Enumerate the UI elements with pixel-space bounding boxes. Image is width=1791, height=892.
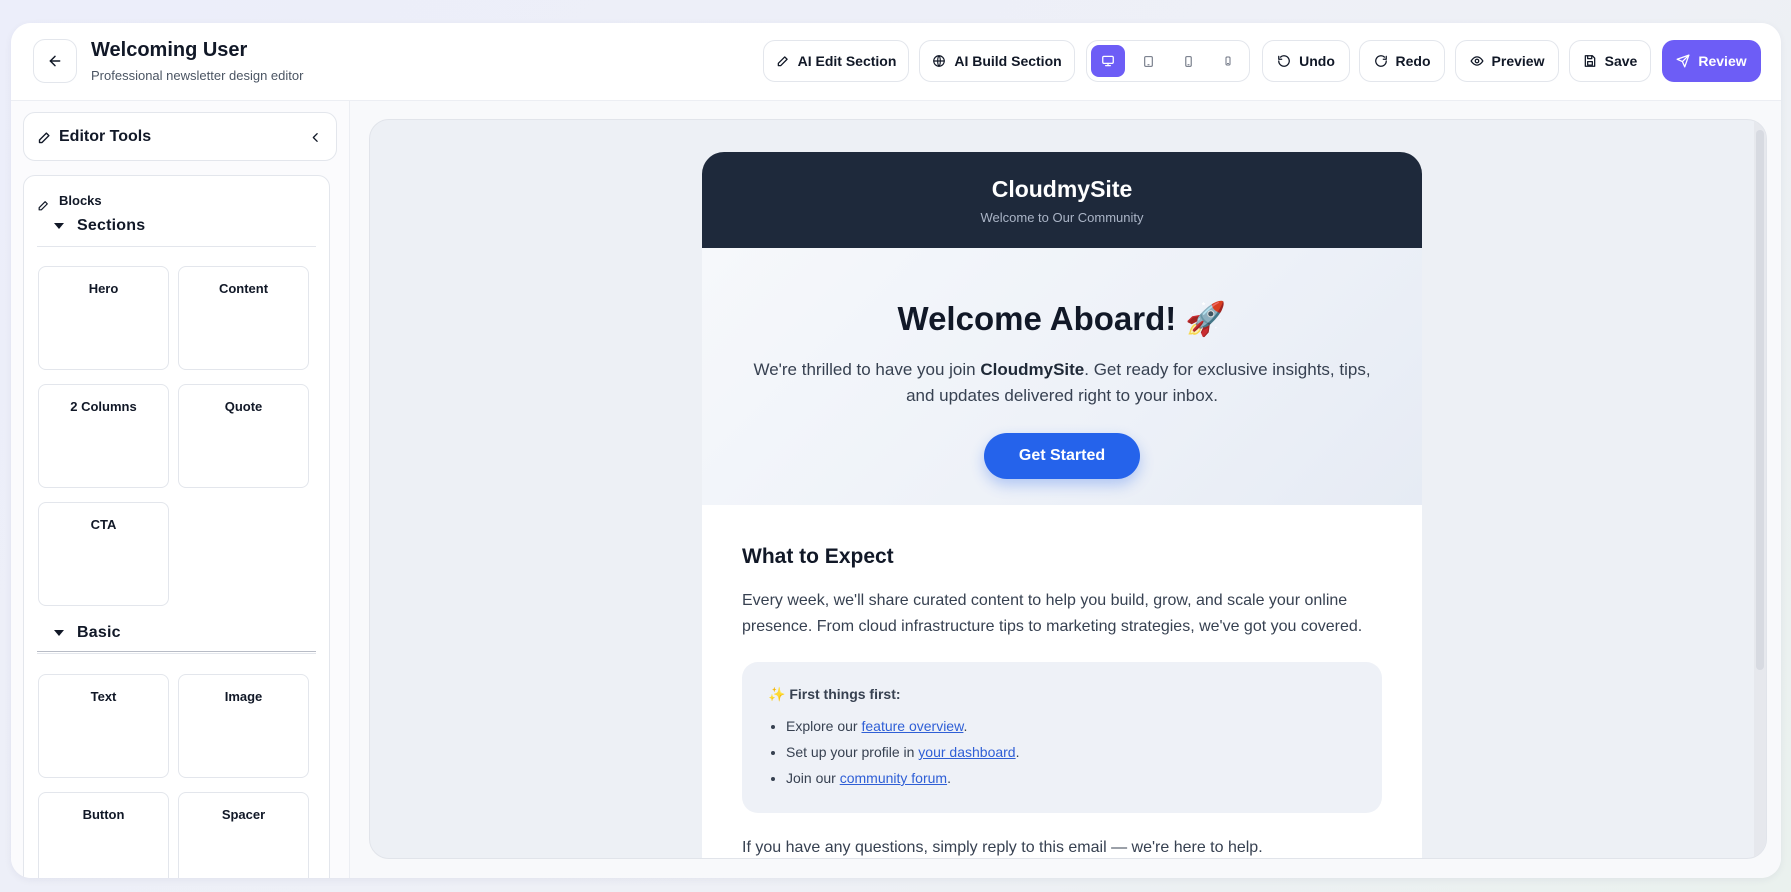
back-button[interactable] xyxy=(33,39,77,83)
editor-tools-header: Editor Tools xyxy=(23,112,337,161)
preview-label: Preview xyxy=(1491,53,1545,69)
editor-tools-title: Editor Tools xyxy=(59,128,152,145)
ai-build-section-label: AI Build Section xyxy=(954,53,1062,69)
callout-list: Explore our feature overview. Set up you… xyxy=(768,713,1356,791)
canvas-scrollbar[interactable] xyxy=(1754,120,1766,858)
device-switcher xyxy=(1086,40,1250,82)
community-forum-link[interactable]: community forum xyxy=(840,770,947,786)
list-item-punct: . xyxy=(947,770,951,786)
caret-down-icon xyxy=(54,630,64,636)
chevron-left-icon[interactable] xyxy=(309,131,322,144)
hero-text: We're thrilled to have you join CloudmyS… xyxy=(742,357,1382,409)
get-started-button[interactable]: Get Started xyxy=(984,433,1140,479)
list-item-text: Set up your profile in xyxy=(786,744,919,760)
email-tagline: Welcome to Our Community xyxy=(980,210,1144,225)
undo-icon xyxy=(1278,55,1290,67)
sections-group-header[interactable]: Sections xyxy=(37,205,316,247)
hero-text-brand: CloudmySite xyxy=(980,360,1085,379)
list-item-text: Join our xyxy=(786,770,840,786)
list-item-text: Explore our xyxy=(786,718,862,734)
send-icon xyxy=(1676,54,1690,68)
block-tile-quote[interactable]: Quote xyxy=(178,384,309,488)
outro-text: If you have any questions, simply reply … xyxy=(742,839,1263,856)
save-button[interactable]: Save xyxy=(1569,40,1651,82)
redo-button[interactable]: Redo xyxy=(1359,40,1445,82)
content-text: Every week, we'll share curated content … xyxy=(742,592,1363,635)
basic-group-label: Basic xyxy=(77,624,121,641)
arrow-left-icon xyxy=(49,55,61,67)
undo-label: Undo xyxy=(1299,53,1335,69)
basic-group-header[interactable]: Basic xyxy=(37,612,316,654)
list-item: Explore our feature overview. xyxy=(786,713,1356,739)
review-button[interactable]: Review xyxy=(1662,40,1761,82)
top-toolbar: Welcoming User Professional newsletter d… xyxy=(11,23,1781,101)
smartphone-icon xyxy=(1184,55,1192,67)
pencil-icon xyxy=(777,56,788,67)
list-item-punct: . xyxy=(963,718,968,734)
ai-edit-section-button[interactable]: AI Edit Section xyxy=(763,40,909,82)
page-title: Welcoming User xyxy=(91,39,248,61)
caret-down-icon xyxy=(54,223,64,229)
block-tile-2-columns[interactable]: 2 Columns xyxy=(38,384,169,488)
redo-icon xyxy=(1374,55,1387,67)
save-label: Save xyxy=(1604,53,1638,69)
feature-overview-link[interactable]: feature overview xyxy=(861,718,963,734)
block-tile-content[interactable]: Content xyxy=(178,266,309,370)
email-content-section[interactable]: What to Expect Every week, we'll share c… xyxy=(702,505,1422,857)
email-header-section[interactable]: CloudmySite Welcome to Our Community xyxy=(702,152,1422,248)
block-tile-text[interactable]: Text xyxy=(38,674,169,778)
page-subtitle: Professional newsletter design editor xyxy=(91,68,304,83)
pencil-icon xyxy=(38,132,50,144)
content-title: What to Expect xyxy=(742,545,894,568)
device-desktop-button[interactable] xyxy=(1091,45,1125,77)
list-item-punct: . xyxy=(1015,744,1020,760)
eye-icon xyxy=(1470,56,1484,66)
ai-edit-section-label: AI Edit Section xyxy=(797,53,897,69)
block-tile-cta[interactable]: CTA xyxy=(38,502,169,606)
globe-icon xyxy=(933,55,946,67)
block-tile-hero[interactable]: Hero xyxy=(38,266,169,370)
sections-group-label: Sections xyxy=(77,217,146,234)
canvas-area: CloudmySite Welcome to Our Community Wel… xyxy=(350,101,1781,878)
smartphone-small-icon xyxy=(1225,56,1231,66)
save-icon xyxy=(1584,55,1595,67)
email-brand: CloudmySite xyxy=(991,176,1133,202)
first-things-callout: ✨ First things first: Explore our featur… xyxy=(742,662,1382,813)
dashboard-link[interactable]: your dashboard xyxy=(918,744,1015,760)
email-preview: CloudmySite Welcome to Our Community Wel… xyxy=(702,152,1422,858)
review-label: Review xyxy=(1698,53,1747,69)
device-tablet-button[interactable] xyxy=(1131,45,1165,77)
hero-title: Welcome Aboard! 🚀 xyxy=(897,300,1227,337)
editor-app: Welcoming User Professional newsletter d… xyxy=(11,23,1781,878)
block-tile-button[interactable]: Button xyxy=(38,792,169,878)
device-small-mobile-button[interactable] xyxy=(1211,45,1245,77)
preview-button[interactable]: Preview xyxy=(1455,40,1559,82)
ai-build-section-button[interactable]: AI Build Section xyxy=(919,40,1075,82)
block-tile-spacer[interactable]: Spacer xyxy=(178,792,309,878)
undo-button[interactable]: Undo xyxy=(1262,40,1350,82)
callout-title: ✨ First things first: xyxy=(768,686,901,702)
redo-label: Redo xyxy=(1395,53,1431,69)
monitor-icon xyxy=(1102,55,1114,67)
block-tile-image[interactable]: Image xyxy=(178,674,309,778)
hero-text-start: We're thrilled to have you join xyxy=(753,360,981,379)
list-item: Set up your profile in your dashboard. xyxy=(786,739,1356,765)
device-mobile-button[interactable] xyxy=(1171,45,1205,77)
editor-sidebar: Editor Tools Blocks Sections Hero Conten… xyxy=(11,101,350,878)
email-hero-section[interactable]: Welcome Aboard! 🚀 We're thrilled to have… xyxy=(702,248,1422,505)
list-item: Join our community forum. xyxy=(786,765,1356,791)
email-canvas[interactable]: CloudmySite Welcome to Our Community Wel… xyxy=(369,119,1767,859)
tablet-icon xyxy=(1143,55,1153,67)
canvas-scroll-thumb[interactable] xyxy=(1756,130,1764,670)
